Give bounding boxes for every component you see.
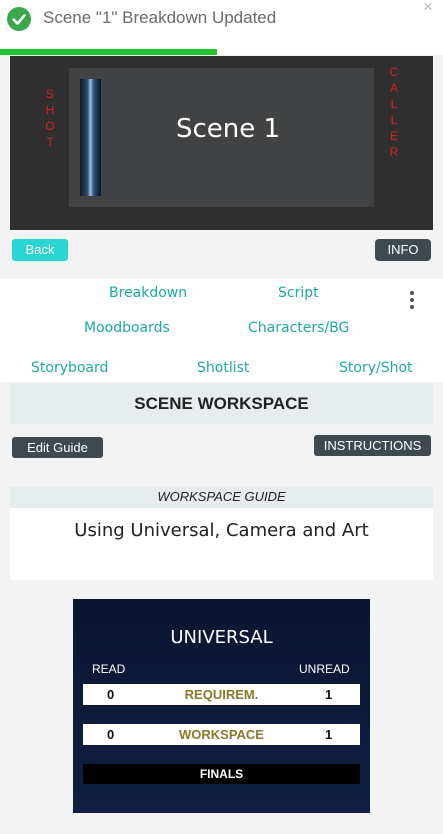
guide-title[interactable]: Using Universal, Camera and Art	[10, 520, 433, 541]
nav-shotlist[interactable]: Shotlist	[197, 360, 249, 376]
info-button[interactable]: INFO	[375, 239, 431, 261]
universal-title: UNIVERSAL	[170, 627, 273, 648]
unread-count: 1	[325, 727, 333, 742]
unread-label: UNREAD	[299, 662, 350, 676]
check-circle-icon	[7, 7, 31, 31]
close-icon[interactable]: ×	[423, 0, 433, 17]
scene-title: Scene 1	[175, 114, 281, 144]
unread-count: 1	[325, 687, 333, 702]
row-label[interactable]: WORKSPACE	[83, 727, 360, 742]
more-vertical-icon[interactable]	[407, 291, 417, 311]
workspace-title: SCENE WORKSPACE	[134, 394, 309, 413]
nav-storyboard[interactable]: Storyboard	[31, 360, 108, 376]
toast-message: Scene "1" Breakdown Updated	[43, 8, 277, 27]
finals-row[interactable]: FINALS	[83, 764, 360, 784]
nav-moodboards[interactable]: Moodboards	[84, 320, 170, 336]
back-button[interactable]: Back	[12, 239, 68, 261]
nav-characters-bg[interactable]: Characters/BG	[248, 320, 349, 336]
edit-guide-button[interactable]: Edit Guide	[12, 437, 103, 458]
row-label[interactable]: REQUIREM.	[83, 687, 360, 702]
shot-vertical-label: SHOT	[45, 87, 55, 149]
guide-body	[10, 508, 433, 580]
caller-vertical-label: CALLER	[389, 65, 399, 159]
instructions-button[interactable]: INSTRUCTIONS	[314, 435, 431, 456]
nav-story-shot[interactable]: Story/Shot	[339, 360, 413, 376]
toast-progress-bar	[0, 49, 217, 55]
nav-script[interactable]: Script	[278, 285, 319, 301]
guide-header: WORKSPACE GUIDE	[157, 489, 286, 504]
nav-breakdown[interactable]: Breakdown	[109, 285, 187, 301]
scene-thumbnail	[80, 79, 101, 196]
read-label: READ	[92, 662, 126, 676]
